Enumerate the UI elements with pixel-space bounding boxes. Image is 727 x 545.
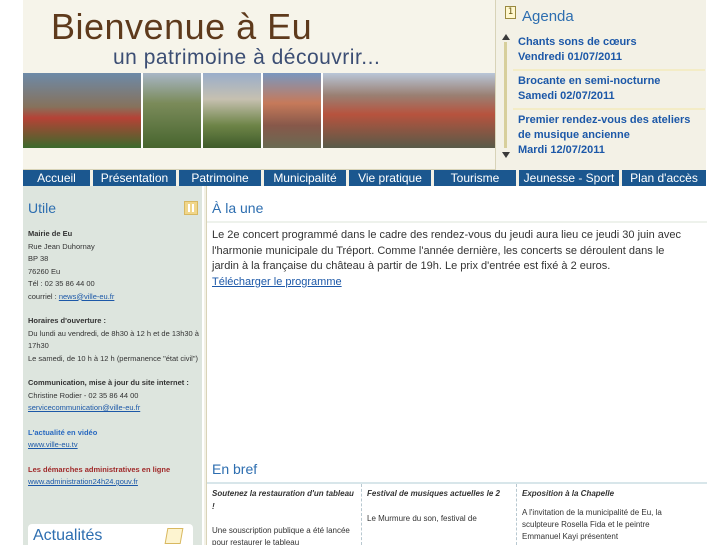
photo-garden <box>143 73 203 148</box>
agenda-item-date: Mardi 12/07/2011 <box>518 144 605 156</box>
mairie-email-link[interactable]: news@ville-eu.fr <box>59 292 115 301</box>
agenda-item-date: Samedi 02/07/2011 <box>518 90 615 102</box>
une-text: Le 2e concert programmé dans le cadre de… <box>212 229 682 272</box>
nav-item-patrimoine[interactable]: Patrimoine <box>179 170 264 186</box>
agenda-item-title: Premier rendez-vous des ateliers de musi… <box>518 114 691 141</box>
bref-title[interactable]: Exposition à la Chapelle <box>522 488 682 501</box>
une-title: À la une <box>212 200 264 216</box>
mairie-tel: Tél : 02 35 86 44 00 <box>28 279 95 288</box>
enbref-title: En bref <box>212 461 258 477</box>
header: Bienvenue à Eu un patrimoine à découvrir… <box>23 0 495 170</box>
video-link[interactable]: www.ville-eu.tv <box>28 439 200 452</box>
scroll-up-arrow-icon[interactable] <box>502 34 510 40</box>
calendar-icon: 1 <box>505 6 516 19</box>
main-content: À la une Le 2e concert programmé dans le… <box>206 186 707 545</box>
bref-text: Le Murmure du son, festival de <box>367 513 477 523</box>
mairie-city: 76260 Eu <box>28 266 61 276</box>
bref-title[interactable]: Festival de musiques actuelles le 2 <box>367 488 511 501</box>
scroll-track[interactable] <box>504 42 507 148</box>
agenda-list: Chants sons de cœurs Vendredi 01/07/2011… <box>513 32 705 162</box>
email-label: courriel : <box>28 291 59 301</box>
enbref-list: Soutenez la restauration d'un tableau ! … <box>207 484 707 545</box>
download-programme-link[interactable]: Télécharger le programme <box>212 275 694 291</box>
mairie-email-line: courriel : news@ville-eu.fr <box>28 291 200 304</box>
nav-item-accueil[interactable]: Accueil <box>23 170 93 186</box>
agenda-item[interactable]: Brocante en semi-nocturne Samedi 02/07/2… <box>513 69 705 108</box>
bref-item[interactable]: Festival de musiques actuelles le 2 Le M… <box>362 484 517 545</box>
agenda-item-title: Chants sons de cœurs <box>518 36 637 48</box>
agenda-item-date: Vendredi 01/07/2011 <box>518 51 622 63</box>
nav-item-municipalite[interactable]: Municipalité <box>264 170 349 186</box>
mairie-name: Mairie de Eu <box>28 229 73 238</box>
agenda-panel: 1 Agenda Chants sons de cœurs Vendredi 0… <box>495 0 706 170</box>
nav-item-presentation[interactable]: Présentation <box>93 170 179 186</box>
communication-email-link[interactable]: servicecommunication@ville-eu.fr <box>28 402 200 415</box>
divider <box>207 221 707 223</box>
photo-strip <box>23 73 495 148</box>
bref-title[interactable]: Soutenez la restauration d'un tableau ! <box>212 488 356 513</box>
collapse-icon[interactable] <box>184 201 198 215</box>
bref-item[interactable]: Exposition à la Chapelle A l'invitation … <box>517 484 687 545</box>
photo-church <box>263 73 323 148</box>
scroll-down-arrow-icon[interactable] <box>502 152 510 158</box>
notepad-icon <box>164 528 184 544</box>
agenda-item[interactable]: Chants sons de cœurs Vendredi 01/07/2011 <box>513 32 705 69</box>
communication-title: Communication, mise à jour du site inter… <box>28 378 189 387</box>
actualites-title: Actualités <box>33 527 103 544</box>
actualites-box: Actualités <box>28 524 193 545</box>
agenda-scrollbar[interactable] <box>501 32 510 160</box>
main-nav: Accueil Présentation Patrimoine Municipa… <box>23 170 706 186</box>
photo-chateau-statue <box>323 73 495 148</box>
photo-chateau <box>203 73 263 148</box>
horaires-title: Horaires d'ouverture : <box>28 316 107 325</box>
photo-flowers-town <box>23 73 143 148</box>
sidebar-utile: Utile Mairie de Eu Rue Jean Duhornay BP … <box>23 186 204 545</box>
utile-title: Utile <box>28 200 57 216</box>
bref-text: Une souscription publique a été lancée p… <box>212 526 350 545</box>
mairie-street: Rue Jean Duhornay <box>28 241 95 251</box>
demarches-title: Les démarches administratives en ligne <box>28 464 171 474</box>
horaires-weekday: Du lundi au vendredi, de 8h30 à 12 h et … <box>28 328 199 351</box>
communication-contact: Christine Rodier - 02 35 86 44 00 <box>28 390 139 400</box>
bref-item[interactable]: Soutenez la restauration d'un tableau ! … <box>207 484 362 545</box>
nav-item-tourisme[interactable]: Tourisme <box>434 170 519 186</box>
agenda-header: 1 Agenda <box>496 0 707 32</box>
nav-item-plan-acces[interactable]: Plan d'accès <box>622 170 706 186</box>
video-title: L'actualité en vidéo <box>28 427 98 437</box>
mairie-bp: BP 38 <box>28 254 49 263</box>
agenda-item[interactable]: Premier rendez-vous des ateliers de musi… <box>513 108 705 162</box>
site-title: Bienvenue à Eu <box>51 6 313 47</box>
agenda-title: Agenda <box>522 8 574 25</box>
agenda-item-title: Brocante en semi-nocturne <box>518 75 661 87</box>
page: Bienvenue à Eu un patrimoine à découvrir… <box>23 0 707 545</box>
une-article: Le 2e concert programmé dans le cadre de… <box>212 228 694 290</box>
nav-item-vie-pratique[interactable]: Vie pratique <box>349 170 434 186</box>
bref-text: A l'invitation de la municipalité de Eu,… <box>522 507 662 541</box>
horaires-saturday: Le samedi, de 10 h à 12 h (permanence "é… <box>28 353 199 363</box>
nav-item-jeunesse-sport[interactable]: Jeunesse - Sport <box>519 170 622 186</box>
site-subtitle: un patrimoine à découvrir... <box>113 46 381 69</box>
utile-body: Mairie de Eu Rue Jean Duhornay BP 38 762… <box>28 228 200 489</box>
demarches-link[interactable]: www.administration24h24.gouv.fr <box>28 476 200 489</box>
